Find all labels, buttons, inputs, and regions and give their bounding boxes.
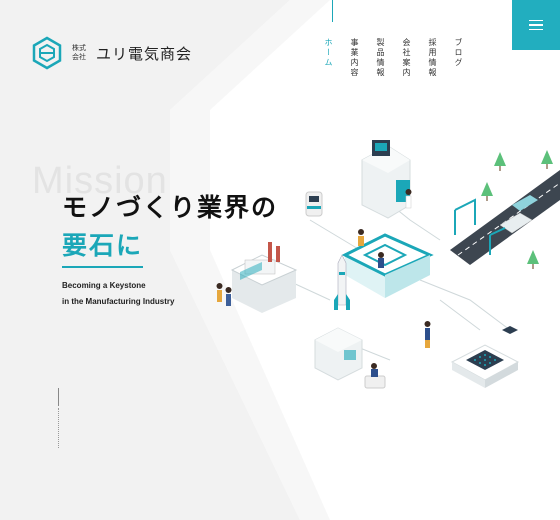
road — [450, 170, 560, 265]
logo-small-label: 株式会社 — [72, 44, 86, 61]
logo-mark-icon — [32, 36, 62, 70]
company-logo[interactable]: 株式会社 ユリ電気商会 — [30, 36, 192, 70]
nav-item-blog[interactable]: ブログ — [452, 38, 465, 78]
hero-subtitle-line1: Becoming a Keystone — [62, 281, 146, 290]
hero-subtitle: Becoming a Keystone in the Manufacturing… — [62, 278, 174, 310]
hero-headline-line2: 要石に — [62, 226, 144, 268]
nav-item-home[interactable]: ホーム — [322, 38, 335, 78]
nav-item-products[interactable]: 製品情報 — [374, 38, 387, 78]
hero-subtitle-line2: in the Manufacturing Industry — [62, 297, 175, 306]
nav-item-business[interactable]: 事業内容 — [348, 38, 361, 78]
hamburger-menu-button[interactable] — [512, 0, 560, 50]
nav-item-recruit[interactable]: 採用情報 — [426, 38, 439, 78]
logo-name: ユリ電気商会 — [96, 44, 193, 63]
nav-indicator-line — [332, 0, 333, 22]
nav-item-company[interactable]: 会社案内 — [400, 38, 413, 78]
main-nav: ホーム 事業内容 製品情報 会社案内 採用情報 ブログ — [322, 38, 465, 78]
hamburger-icon — [529, 19, 543, 22]
hero-illustration — [216, 140, 560, 389]
scroll-indicator-line — [58, 388, 59, 448]
